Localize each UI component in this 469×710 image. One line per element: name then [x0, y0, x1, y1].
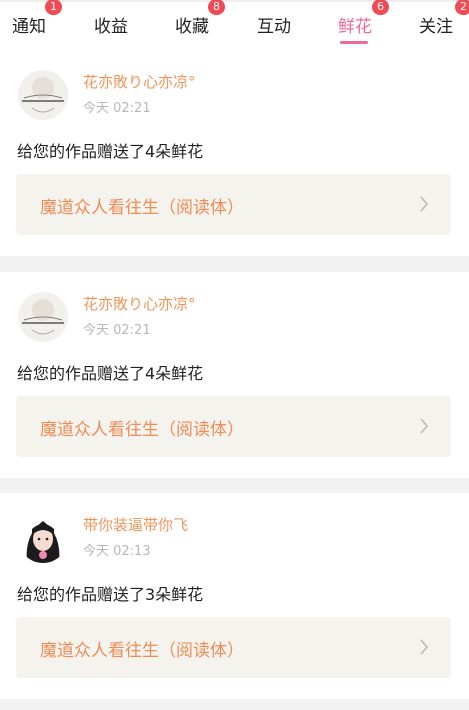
tab-interactions[interactable]: 互动: [257, 12, 291, 37]
flower-notification-card: 花亦敗り心亦凉° 今天 02:21 给您的作品赠送了4朵鲜花 魔道众人看往生（阅…: [0, 272, 469, 478]
tab-label: 收藏: [175, 17, 209, 37]
work-title: 魔道众人看往生（阅读体）: [40, 198, 244, 218]
work-link[interactable]: 魔道众人看往生（阅读体）: [16, 174, 451, 235]
notification-time: 今天 02:21: [83, 101, 151, 116]
sender-username[interactable]: 花亦敗り心亦凉°: [83, 293, 196, 314]
top-tab-bar: 通知 1 收益 收藏 8 互动 鲜花 6 关注 2: [0, 0, 469, 50]
tab-favorites[interactable]: 收藏: [175, 12, 209, 37]
avatar-sketch-icon[interactable]: [18, 70, 68, 120]
active-tab-indicator: [340, 41, 368, 44]
sender-username[interactable]: 带你装逼带你飞: [83, 514, 188, 535]
notification-message: 给您的作品赠送了3朵鲜花: [17, 585, 204, 604]
avatar-sketch-icon[interactable]: [18, 292, 68, 342]
tab-label: 关注: [419, 17, 453, 37]
tab-label: 互动: [257, 17, 291, 37]
tab-label: 通知: [12, 17, 46, 37]
tab-label: 鲜花: [338, 17, 372, 37]
work-link[interactable]: 魔道众人看往生（阅读体）: [16, 396, 451, 457]
work-link[interactable]: 魔道众人看往生（阅读体）: [16, 617, 451, 678]
tab-flowers-badge: 6: [372, 0, 389, 15]
tab-notifications[interactable]: 通知: [12, 12, 46, 37]
avatar-girl-icon[interactable]: [18, 513, 68, 563]
work-title: 魔道众人看往生（阅读体）: [40, 420, 244, 440]
tab-following-badge: 2: [455, 0, 469, 15]
sender-username[interactable]: 花亦敗り心亦凉°: [83, 71, 196, 92]
work-title: 魔道众人看往生（阅读体）: [40, 641, 244, 661]
tab-following[interactable]: 关注: [419, 12, 453, 37]
tab-earnings[interactable]: 收益: [94, 12, 128, 37]
notification-time: 今天 02:13: [83, 544, 151, 559]
notification-time: 今天 02:21: [83, 323, 151, 338]
chevron-right-icon: [420, 418, 429, 434]
chevron-right-icon: [420, 196, 429, 212]
tab-favorites-badge: 8: [208, 0, 225, 15]
notification-message: 给您的作品赠送了4朵鲜花: [17, 364, 204, 383]
tab-flowers[interactable]: 鲜花: [338, 12, 372, 37]
chevron-right-icon: [420, 639, 429, 655]
flower-notification-card: 花亦敗り心亦凉° 今天 02:21 给您的作品赠送了4朵鲜花 魔道众人看往生（阅…: [0, 50, 469, 256]
flower-notification-card: 带你装逼带你飞 今天 02:13 给您的作品赠送了3朵鲜花 魔道众人看往生（阅读…: [0, 493, 469, 699]
tab-notifications-badge: 1: [45, 0, 62, 15]
tab-label: 收益: [94, 17, 128, 37]
top-divider: [0, 0, 469, 2]
notification-message: 给您的作品赠送了4朵鲜花: [17, 142, 204, 161]
